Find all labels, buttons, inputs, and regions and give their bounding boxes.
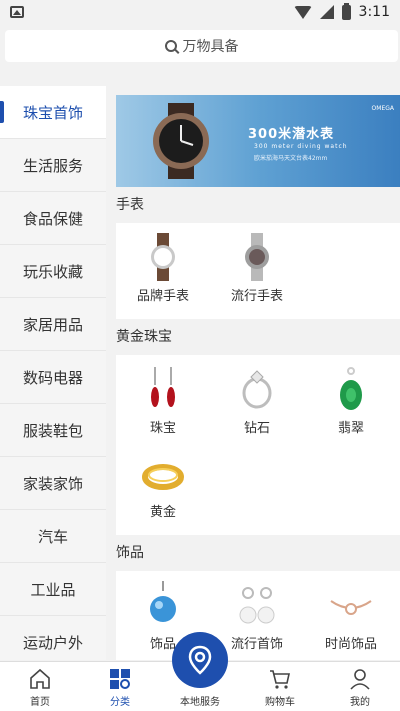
banner-subtitle: 300 meter diving watch (254, 143, 348, 150)
sidebar-item-apparel[interactable]: 服装鞋包 (0, 404, 106, 457)
battery-icon (341, 2, 351, 20)
sidebar-item-label: 数码电器 (22, 368, 83, 387)
nav-category[interactable]: 分类 (80, 662, 160, 711)
section-title-accessories: 饰品 (116, 545, 144, 561)
sidebar-item-electronics[interactable]: 数码电器 (0, 351, 106, 404)
sidebar-item-label: 食品保健 (22, 209, 83, 228)
status-time: 3:11 (358, 4, 390, 20)
sidebar-item-industrial[interactable]: 工业品 (0, 563, 106, 616)
sidebar-item-food-health[interactable]: 食品保健 (0, 192, 106, 245)
nav-label: 分类 (110, 697, 130, 708)
banner-title: 300米潜水表 (248, 127, 335, 142)
sidebar-item-collectibles[interactable]: 玩乐收藏 (0, 245, 106, 298)
category-sidebar: 珠宝首饰 生活服务 食品保健 玩乐收藏 家居用品 数码电器 服装鞋包 家装家饰 … (0, 86, 106, 660)
sidebar-item-auto[interactable]: 汽车 (0, 510, 106, 563)
section-grid-accessories: 饰品 流行首饰 时尚饰品 (116, 571, 400, 660)
promo-banner[interactable]: 300米潜水表 300 meter diving watch 欧米茄海马天文台表… (116, 95, 400, 187)
sidebar-item-home-goods[interactable]: 家居用品 (0, 298, 106, 351)
sidebar-item-life-services[interactable]: 生活服务 (0, 139, 106, 192)
sidebar-item-label: 服装鞋包 (22, 421, 83, 440)
sidebar-item-label: 家装家饰 (22, 474, 83, 493)
sidebar-item-label: 生活服务 (22, 156, 83, 175)
category-item-label: 流行首饰 (230, 637, 283, 652)
watch-banner-icon (153, 103, 209, 179)
pearl-earring-icon (239, 587, 275, 624)
signal-icon (319, 5, 334, 19)
category-item[interactable]: 流行手表 (210, 227, 304, 311)
sidebar-item-label: 汽车 (37, 527, 68, 546)
cart-icon (270, 670, 290, 689)
nav-label: 首页 (30, 697, 50, 708)
watch-icon (245, 233, 269, 281)
category-item-label: 珠宝 (149, 421, 176, 436)
category-item-label: 饰品 (149, 637, 176, 652)
search-input[interactable]: 万物具备 (5, 30, 398, 62)
nav-profile[interactable]: 我的 (320, 662, 400, 711)
nav-label: 本地服务 (180, 697, 220, 708)
category-content: 300米潜水表 300 meter diving watch 欧米茄海马天文台表… (110, 86, 400, 660)
sidebar-item-label: 工业品 (30, 580, 76, 599)
search-bar-area: 万物具备 (0, 24, 400, 84)
category-item-label: 品牌手表 (136, 289, 189, 304)
image-notification-icon (10, 6, 24, 18)
nav-home[interactable]: 首页 (0, 662, 80, 711)
home-icon (30, 668, 50, 689)
category-item-label: 翡翠 (337, 421, 364, 436)
brand-logo: OMEGA (371, 105, 394, 112)
search-placeholder: 万物具备 (182, 39, 239, 55)
category-item[interactable]: 珠宝 (116, 359, 210, 443)
category-icon (110, 669, 130, 689)
gold-ring-icon (142, 464, 184, 490)
earring-icon (151, 367, 175, 407)
section-title-gold-jewelry: 黄金珠宝 (116, 329, 172, 345)
category-item-label: 流行手表 (230, 289, 283, 304)
sidebar-item-label: 运动户外 (22, 633, 83, 652)
bracelet-icon (330, 600, 372, 615)
category-item[interactable]: 黄金 (116, 443, 210, 527)
pendant-icon (150, 581, 176, 622)
nav-cart[interactable]: 购物车 (240, 662, 320, 711)
local-services-button[interactable] (172, 632, 228, 688)
wifi-icon (293, 5, 312, 19)
nav-label: 我的 (350, 697, 370, 708)
category-item[interactable]: 钻石 (210, 359, 304, 443)
sidebar-item-home-decor[interactable]: 家装家饰 (0, 457, 106, 510)
sidebar-item-jewelry[interactable]: 珠宝首饰 (0, 86, 106, 139)
search-icon (164, 40, 177, 52)
category-item[interactable]: 翡翠 (304, 359, 398, 443)
location-icon (188, 645, 212, 675)
status-bar: 3:11 (0, 0, 400, 24)
section-grid-watches: 品牌手表 流行手表 (116, 223, 400, 319)
category-item-label: 时尚饰品 (324, 637, 377, 652)
category-item-label: 钻石 (243, 421, 270, 436)
jade-icon (340, 367, 362, 410)
banner-tagline: 欧米茄海马天文台表42mm (254, 155, 328, 162)
nav-label: 购物车 (265, 697, 295, 708)
section-grid-gold-jewelry: 珠宝 钻石 翡翠 黄金 (116, 355, 400, 535)
sidebar-item-label: 家居用品 (22, 315, 83, 334)
ring-icon (242, 370, 272, 409)
sidebar-item-label: 玩乐收藏 (22, 262, 83, 281)
watch-icon (151, 233, 175, 281)
user-icon (350, 669, 370, 690)
section-title-watches: 手表 (116, 197, 144, 213)
sidebar-item-sports[interactable]: 运动户外 (0, 616, 106, 660)
category-item-label: 黄金 (149, 505, 176, 520)
category-item[interactable]: 品牌手表 (116, 227, 210, 311)
sidebar-item-label: 珠宝首饰 (22, 103, 83, 122)
category-item[interactable]: 时尚饰品 (304, 575, 398, 659)
